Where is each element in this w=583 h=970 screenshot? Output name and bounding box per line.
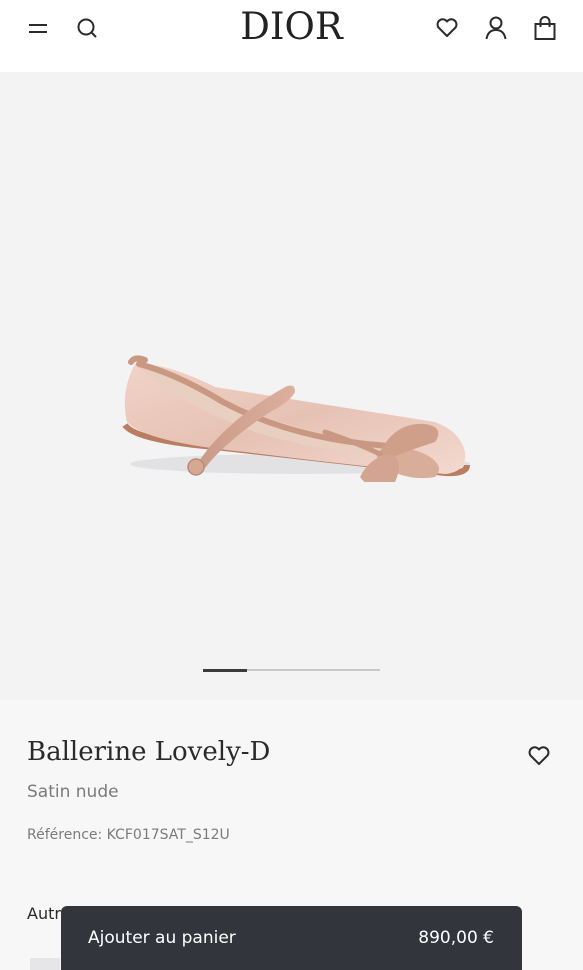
product-title: Ballerine Lovely-D bbox=[27, 737, 271, 767]
product-reference: Référence: KCF017SAT_S12U bbox=[27, 827, 230, 843]
gallery-progress-track bbox=[203, 668, 380, 672]
color-swatch[interactable] bbox=[30, 958, 60, 970]
product-subtitle: Satin nude bbox=[27, 782, 119, 802]
add-to-cart-label: Ajouter au panier bbox=[88, 928, 236, 948]
other-colors-label: Autr bbox=[27, 904, 61, 923]
top-header: DIOR bbox=[0, 0, 583, 72]
heart-icon[interactable] bbox=[433, 14, 461, 42]
product-image-shoe bbox=[122, 355, 470, 482]
gallery-progress-thumb bbox=[203, 668, 248, 672]
product-price: 890,00 € bbox=[418, 928, 494, 948]
bag-icon[interactable] bbox=[531, 14, 559, 42]
product-image-gallery[interactable] bbox=[0, 72, 583, 700]
add-to-cart-button[interactable]: Ajouter au panier 890,00 € bbox=[61, 906, 522, 970]
account-icon[interactable] bbox=[482, 14, 510, 42]
wishlist-heart-icon[interactable] bbox=[526, 743, 552, 769]
